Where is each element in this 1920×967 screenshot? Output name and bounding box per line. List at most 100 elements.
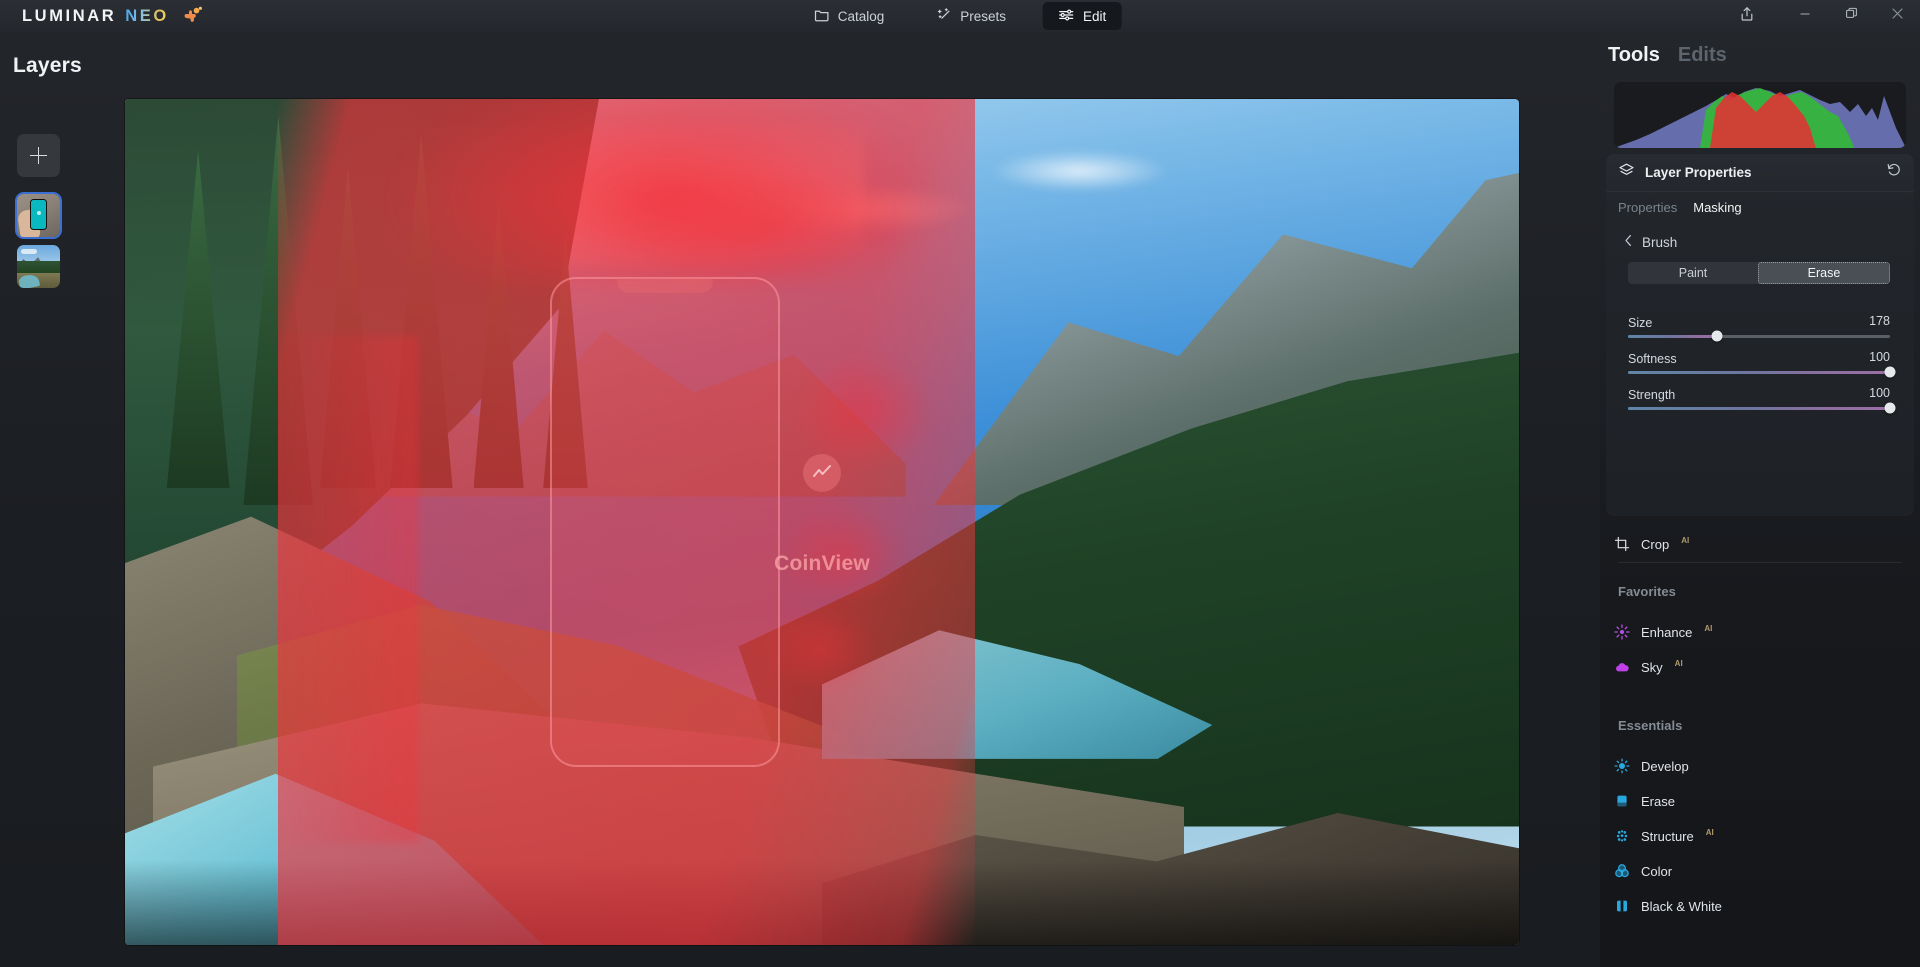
layer-thumbnail-2[interactable] [17,245,60,288]
sliders-icon [1058,7,1075,26]
right-panel-tabs: Tools Edits [1608,44,1727,67]
layer-thumbnail-1[interactable] [15,192,62,239]
close-button[interactable] [1874,0,1920,32]
structure-icon [1614,828,1630,844]
subtab-masking[interactable]: Masking [1693,200,1741,215]
crop-icon [1614,536,1630,552]
tool-bw-label: Black & White [1641,898,1722,914]
erase-icon [1614,793,1630,809]
coinview-logo-icon [803,454,841,493]
slider-softness-track[interactable] [1628,366,1896,378]
minimize-icon [1799,7,1811,25]
black-white-icon [1614,898,1630,914]
slider-strength: Strength 100 [1628,386,1896,414]
restore-icon [1845,7,1858,25]
window-controls [1726,0,1920,32]
slider-strength-fill [1628,407,1890,410]
enhance-icon [1614,624,1630,640]
nav-presets[interactable]: Presets [921,2,1021,31]
photo-canvas[interactable]: CoinView [125,99,1519,945]
tool-structure-ai-badge: AI [1705,827,1714,837]
tool-sky-label: Sky [1641,659,1663,675]
photo-vignette [125,860,1519,945]
brand-luminar: LUMINAR [22,6,117,25]
phone-mockup-overlay [550,276,781,768]
tool-develop[interactable]: Develop [1614,751,1906,781]
tab-edits[interactable]: Edits [1678,44,1727,67]
sky-icon [1614,659,1630,675]
tool-erase-label: Erase [1641,793,1675,809]
reset-layer-properties-button[interactable] [1886,162,1902,183]
nav-presets-label: Presets [960,8,1007,24]
slider-size-label: Size [1628,316,1653,330]
app-logo: LUMINAR NEO [22,6,203,26]
slider-softness: Softness 100 [1628,350,1896,378]
slider-strength-label: Strength [1628,388,1676,402]
layer-2-forest [17,261,60,275]
slider-size-value: 178 [1869,314,1890,328]
brush-mode-paint[interactable]: Paint [1628,262,1758,284]
slider-strength-thumb[interactable] [1884,402,1896,414]
color-icon [1614,863,1630,879]
tool-develop-label: Develop [1641,758,1689,774]
title-bar: LUMINAR NEO Catalog Presets Edit [0,0,1920,32]
coinview-brand-text: CoinView [774,551,870,575]
nav-edit[interactable]: Edit [1043,1,1122,31]
photo-cloud-b [738,183,976,235]
layer-properties-title: Layer Properties [1645,165,1752,180]
rgb-histogram [1614,82,1906,148]
chevron-left-icon [1624,234,1633,250]
tool-crop-label: Crop [1641,536,1670,552]
tool-structure-label: Structure [1641,828,1694,844]
tool-crop[interactable]: Crop AI [1614,529,1906,559]
magic-wand-icon [936,7,952,26]
photo-cloud-c [989,149,1171,193]
minimize-button[interactable] [1782,0,1828,32]
layer-properties-panel: Layer Properties Properties Masking Brus… [1606,154,1914,516]
layer-2-cloud [21,249,37,254]
slider-softness-value: 100 [1869,350,1890,364]
tool-sky-ai-badge: AI [1674,658,1683,668]
section-essentials-title: Essentials [1618,718,1683,733]
layers-title: Layers [13,54,82,77]
share-button[interactable] [1726,0,1768,32]
close-icon [1891,7,1904,25]
section-favorites-title: Favorites [1618,584,1676,599]
develop-icon [1614,758,1630,774]
tool-black-and-white[interactable]: Black & White [1614,891,1906,921]
share-icon [1739,6,1755,27]
slider-size-track[interactable] [1628,330,1890,342]
subtab-properties[interactable]: Properties [1618,200,1677,215]
puzzle-icon [181,6,203,26]
brand-neo: NEO [125,6,169,25]
tool-structure[interactable]: Structure AI [1614,821,1906,851]
tool-erase[interactable]: Erase [1614,786,1906,816]
nav-edit-label: Edit [1083,8,1107,24]
tool-color[interactable]: Color [1614,856,1906,886]
slider-strength-track[interactable] [1628,402,1896,414]
tool-enhance-ai-badge: AI [1704,623,1713,633]
nav-catalog-label: Catalog [837,8,885,24]
main-nav: Catalog Presets Edit [799,0,1122,32]
phone-logo-dot [37,211,41,215]
brush-mode-erase[interactable]: Erase [1758,262,1890,284]
maximize-button[interactable] [1828,0,1874,32]
nav-catalog[interactable]: Catalog [799,2,900,31]
slider-strength-value: 100 [1869,386,1890,400]
tool-enhance[interactable]: Enhance AI [1614,617,1906,647]
luminar-neo-window: LUMINAR NEO Catalog Presets Edit Layers … [0,0,1920,967]
slider-softness-fill [1628,371,1890,374]
slider-softness-thumb[interactable] [1884,366,1896,378]
divider [1618,562,1902,563]
tab-tools[interactable]: Tools [1608,44,1660,67]
layer-properties-header: Layer Properties [1606,154,1914,192]
tool-sky[interactable]: Sky AI [1614,652,1906,682]
add-layer-button[interactable] [17,134,60,177]
canvas-area[interactable]: CoinView [125,32,1600,967]
brush-back-button[interactable]: Brush [1624,234,1677,250]
tool-crop-ai-badge: AI [1681,535,1690,545]
slider-size-thumb[interactable] [1711,330,1723,342]
brush-back-label: Brush [1642,234,1678,250]
tool-enhance-label: Enhance [1641,624,1693,640]
slider-size-fill [1628,335,1718,338]
